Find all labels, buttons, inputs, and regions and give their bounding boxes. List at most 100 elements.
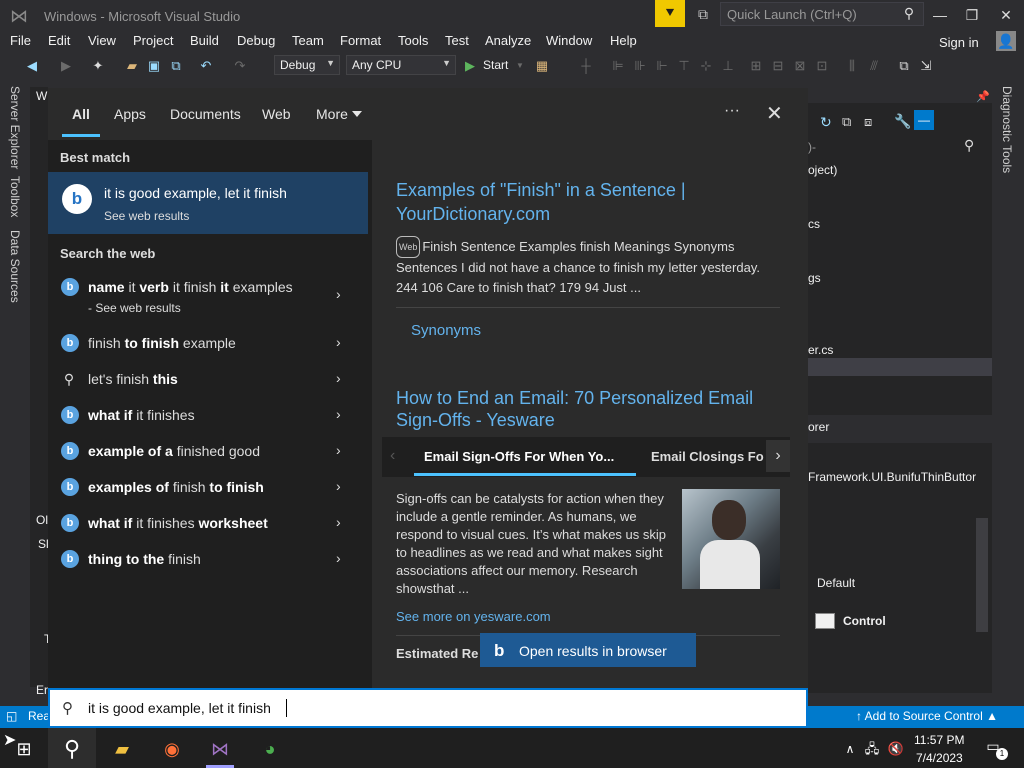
menu-file[interactable]: File (10, 33, 31, 48)
browse-icon[interactable]: ▦ (534, 58, 550, 74)
save-all-icon[interactable]: ⧉ (168, 58, 184, 74)
pane-toggle-icon[interactable]: — (914, 110, 934, 130)
menu-analyze[interactable]: Analyze (485, 33, 531, 48)
start-button[interactable]: Start (483, 58, 508, 72)
show-all-files-icon[interactable]: ⧈ (864, 114, 872, 130)
chevron-right-icon[interactable]: › (336, 406, 341, 422)
menu-project[interactable]: Project (133, 33, 173, 48)
see-more-link[interactable]: See more on yesware.com (396, 609, 551, 624)
same-height-icon[interactable]: ⊟ (770, 58, 786, 74)
spacing-icon[interactable]: ⫼ (844, 58, 860, 74)
save-icon[interactable]: ▣ (146, 58, 162, 74)
menu-build[interactable]: Build (190, 33, 219, 48)
same-width-icon[interactable]: ⊞ (748, 58, 764, 74)
suggestion-item[interactable]: example of a finished good (88, 443, 260, 459)
chevron-right-icon[interactable]: › (336, 334, 341, 350)
close-window-button[interactable]: ✕ (990, 0, 1022, 30)
server-explorer-tab[interactable]: Server Explorer (8, 86, 22, 169)
solution-item[interactable]: oject) (808, 163, 837, 177)
file-explorer-icon[interactable]: ▰ (108, 736, 136, 762)
solution-item[interactable]: cs (808, 217, 820, 231)
bring-front-icon[interactable]: ⧉ (896, 58, 912, 74)
properties-object-select[interactable]: Framework.UI.BunifuThinButtor (808, 470, 976, 484)
quick-launch-search-icon[interactable]: ⚲ (900, 4, 918, 22)
align-center-icon[interactable]: ⊪ (632, 58, 648, 74)
clock-time[interactable]: 11:57 PM (914, 733, 964, 747)
properties-scrollbar[interactable] (976, 518, 988, 632)
carousel-tab-2[interactable]: Email Closings Fo (651, 449, 764, 464)
menu-debug[interactable]: Debug (237, 33, 275, 48)
taskbar-search-icon[interactable]: ⚲ (58, 736, 86, 762)
menu-view[interactable]: View (88, 33, 116, 48)
chevron-right-icon[interactable]: › (336, 286, 341, 302)
synonyms-link[interactable]: Synonyms (411, 322, 481, 339)
add-to-source-control-button[interactable]: ↑ Add to Source Control ▲ (856, 709, 998, 723)
visual-studio-taskbar-icon[interactable]: ⋈ (206, 736, 234, 762)
chrome-icon[interactable]: ◕ (256, 736, 284, 762)
firefox-icon[interactable]: ◉ (158, 736, 186, 762)
tab-all[interactable]: All (72, 106, 90, 122)
undo-icon[interactable]: ↶ (198, 58, 214, 74)
result-1-title[interactable]: Examples of "Finish" in a Sentence | Your… (396, 178, 686, 226)
carousel-next-icon[interactable]: › (766, 440, 790, 472)
suggestion-item[interactable]: what if it finishes worksheet (88, 515, 268, 531)
pane-search-icon[interactable]: ⚲ (964, 137, 974, 154)
sign-in-link[interactable]: Sign in (939, 35, 979, 50)
menu-test[interactable]: Test (445, 33, 469, 48)
tab-documents[interactable]: Documents (170, 106, 241, 122)
suggestion-item[interactable]: finish to finish example (88, 335, 236, 351)
same-size-icon[interactable]: ⊠ (792, 58, 808, 74)
quick-launch-input[interactable]: Quick Launch (Ctrl+Q) (720, 2, 924, 26)
tab-web[interactable]: Web (262, 106, 291, 122)
tab-order-icon[interactable]: ⇲ (918, 58, 934, 74)
platform-select[interactable]: Any CPU ▼ (346, 55, 456, 75)
feedback-icon[interactable]: ⧉ (692, 3, 714, 25)
suggestion-item[interactable]: thing to the finish (88, 551, 201, 567)
best-match-item[interactable] (48, 172, 368, 234)
minimize-button[interactable]: — (924, 0, 956, 30)
menu-window[interactable]: Window (546, 33, 592, 48)
align-right-icon[interactable]: ⊩ (654, 58, 670, 74)
carousel-tab-1[interactable]: Email Sign-Offs For When Yo... (424, 449, 614, 464)
clock-date[interactable]: 7/4/2023 (916, 751, 963, 765)
menu-help[interactable]: Help (610, 33, 637, 48)
chevron-right-icon[interactable]: › (336, 550, 341, 566)
redo-icon[interactable]: ↷ (232, 58, 248, 74)
navigate-back-icon[interactable]: ◀ (24, 58, 40, 74)
account-icon[interactable]: 👤 (996, 31, 1016, 51)
volume-muted-icon[interactable]: 🔇 (882, 736, 910, 762)
solution-item[interactable]: er.cs (808, 343, 833, 357)
suggestion-item[interactable]: name it verb it finish it examples (88, 279, 293, 295)
filter-icon[interactable]: ⯆ (655, 0, 685, 27)
menu-tools[interactable]: Tools (398, 33, 428, 48)
align-left-icon[interactable]: ⊫ (610, 58, 626, 74)
menu-team[interactable]: Team (292, 33, 324, 48)
toolbox-tab[interactable]: Toolbox (8, 176, 22, 217)
diagnostic-tools-tab[interactable]: Diagnostic Tools (1000, 86, 1014, 173)
tab-more[interactable]: More (316, 106, 348, 122)
size-to-grid-icon[interactable]: ⊡ (814, 58, 830, 74)
solution-item[interactable]: gs (808, 271, 821, 285)
refresh-icon[interactable]: ↻ (820, 114, 832, 131)
tab-apps[interactable]: Apps (114, 106, 146, 122)
chevron-right-icon[interactable]: › (336, 478, 341, 494)
restore-button[interactable]: ❐ (956, 0, 988, 30)
properties-wrench-icon[interactable]: 🔧 (894, 113, 911, 130)
chevron-right-icon[interactable]: › (336, 442, 341, 458)
align-icon[interactable]: ┼ (578, 58, 594, 74)
start-dropdown-icon[interactable]: ▼ (512, 58, 528, 74)
align-bottom-icon[interactable]: ⊥ (720, 58, 736, 74)
result-2-title[interactable]: How to End an Email: 70 Personalized Ema… (396, 387, 753, 431)
solution-item-selected[interactable] (808, 358, 992, 376)
open-file-icon[interactable]: ▰ (124, 58, 140, 74)
suggestion-item[interactable]: what if it finishes (88, 407, 195, 423)
chevron-right-icon[interactable]: › (336, 514, 341, 530)
data-sources-tab[interactable]: Data Sources (8, 230, 22, 303)
new-project-icon[interactable]: ✦ (90, 58, 106, 74)
chevron-right-icon[interactable]: › (336, 370, 341, 386)
align-middle-icon[interactable]: ⊹ (698, 58, 714, 74)
spacing2-icon[interactable]: ⫻ (866, 58, 882, 74)
menu-format[interactable]: Format (340, 33, 381, 48)
configuration-select[interactable]: Debug ▼ (274, 55, 340, 75)
align-top-icon[interactable]: ⊤ (676, 58, 692, 74)
